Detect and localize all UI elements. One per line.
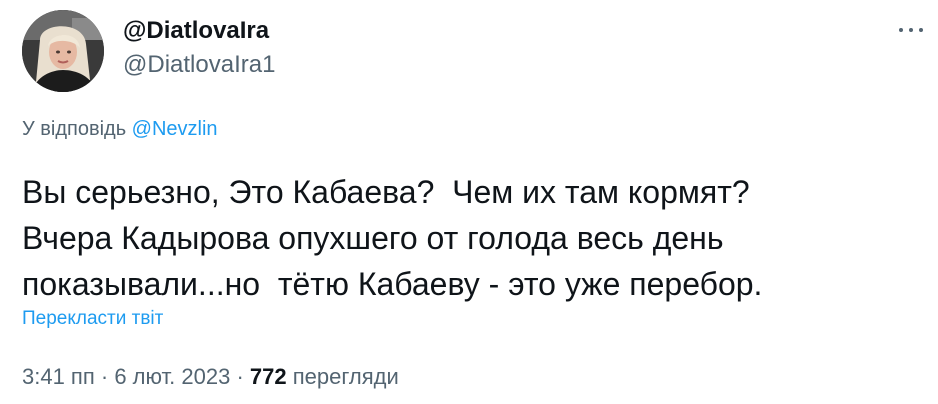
- tweet-date[interactable]: 6 лют. 2023: [114, 364, 230, 389]
- tweet-meta: 3:41 пп · 6 лют. 2023 · 772 перегляди: [22, 362, 399, 392]
- translate-tweet-link[interactable]: Перекласти твіт: [22, 306, 163, 332]
- views-label: перегляди: [286, 364, 399, 389]
- views-count: 772: [249, 364, 287, 389]
- tweet-card: @DiatlovaIra @DiatlovaIra1 У відповідь @…: [0, 0, 938, 404]
- avatar-image: [22, 10, 104, 92]
- tweet-text-line: Вы серьезно, Это Кабаева? Чем их там кор…: [22, 174, 750, 210]
- meta-separator: ·: [230, 364, 250, 389]
- reply-prefix: У відповідь: [22, 118, 132, 140]
- tweet-time[interactable]: 3:41 пп: [22, 364, 95, 389]
- reply-mention-link[interactable]: @Nevzlin: [132, 118, 218, 140]
- tweet-text-line: показывали...но тётю Кабаеву - это уже п…: [22, 266, 763, 302]
- avatar[interactable]: [22, 10, 104, 92]
- meta-separator: ·: [94, 364, 115, 389]
- more-options-icon[interactable]: [896, 20, 926, 40]
- reply-context: У відповідь @Nevzlin: [22, 115, 218, 143]
- author-handle[interactable]: @DiatlovaIra1: [123, 50, 275, 80]
- tweet-text-line: Вчера Кадырова опухшего от голода весь д…: [22, 220, 724, 256]
- author-display-name[interactable]: @DiatlovaIra: [123, 16, 269, 46]
- tweet-text: Вы серьезно, Это Кабаева? Чем их там кор…: [22, 169, 922, 307]
